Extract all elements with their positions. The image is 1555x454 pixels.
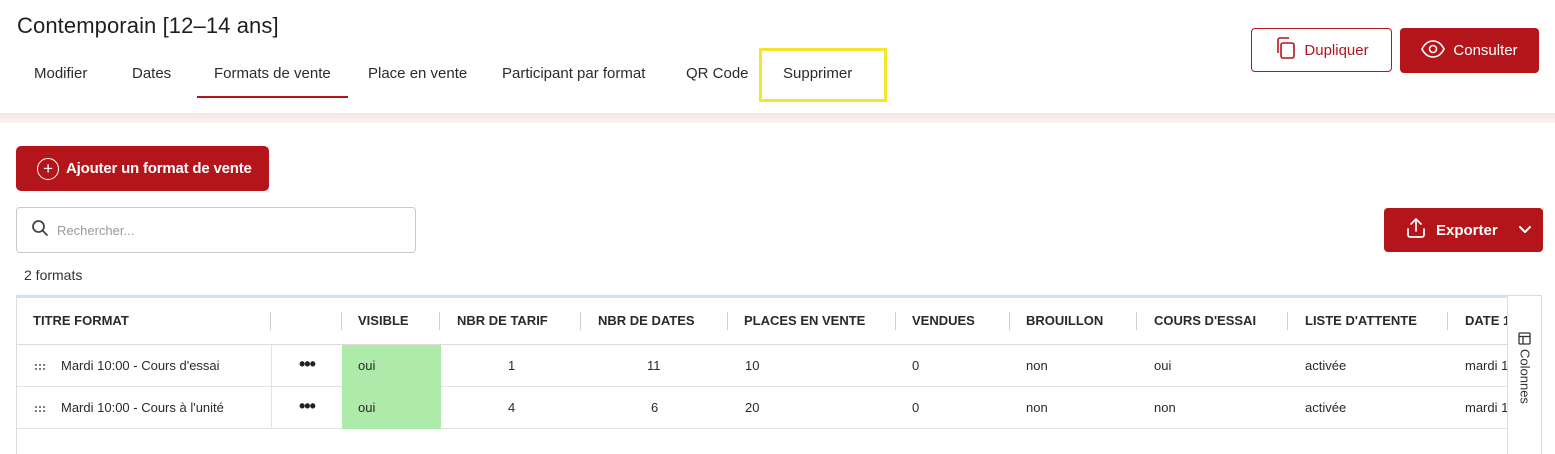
column-separator	[1287, 312, 1288, 330]
row-actions-button[interactable]: •••	[299, 345, 316, 387]
search-box	[16, 207, 416, 253]
drag-handle-icon[interactable]	[35, 406, 45, 412]
columns-label: Colonnes	[1517, 349, 1533, 404]
columns-toggle[interactable]: Colonnes	[1517, 332, 1533, 412]
column-header-liste-d-attente[interactable]: LISTE D'ATTENTE	[1305, 296, 1417, 345]
search-input[interactable]	[57, 222, 397, 238]
top-header: Contemporain [12–14 ans] Modifier Dates …	[0, 0, 1555, 114]
tab-modifier[interactable]: Modifier	[17, 58, 104, 98]
cell-cours-essai: oui	[1154, 358, 1172, 373]
tab-qr-code[interactable]: QR Code	[669, 58, 766, 98]
column-header-brouillon[interactable]: BROUILLON	[1026, 296, 1103, 345]
cell-brouillon: non	[1026, 400, 1048, 415]
table-row[interactable]: Mardi 10:00 - Cours à l'unité ••• oui 4 …	[17, 387, 1517, 429]
column-header-titre-format[interactable]: TITRE FORMAT	[33, 296, 129, 345]
cell-cours-essai: non	[1154, 400, 1176, 415]
column-header-nbr-de-tarif[interactable]: NBR DE TARIF	[457, 296, 548, 345]
column-separator	[580, 312, 581, 330]
consult-label: Consulter	[1453, 42, 1518, 59]
columns-side-panel: Colonnes	[1507, 296, 1541, 454]
export-label: Exporter	[1436, 221, 1498, 239]
add-format-button[interactable]: + Ajouter un format de vente	[16, 146, 269, 191]
column-header-places-en-vente[interactable]: PLACES EN VENTE	[744, 296, 865, 345]
column-header-vendues[interactable]: VENDUES	[912, 296, 975, 345]
cell-vendues: 0	[912, 400, 920, 415]
cell-visible-bg	[342, 387, 441, 429]
drag-handle-icon[interactable]	[35, 364, 45, 370]
column-separator	[270, 312, 271, 330]
add-format-label: Ajouter un format de vente	[66, 160, 252, 177]
cell-nbr-dates: 6	[651, 400, 659, 415]
tab-participant-par-format[interactable]: Participant par format	[485, 58, 662, 98]
cell-liste-attente: activée	[1305, 400, 1347, 415]
formats-table: TITRE FORMAT VISIBLE NBR DE TARIF NBR DE…	[16, 295, 1542, 454]
search-icon	[31, 219, 49, 242]
consult-button[interactable]: Consulter	[1400, 28, 1539, 73]
page-title: Contemporain [12–14 ans]	[17, 13, 279, 38]
copy-icon	[1274, 36, 1296, 64]
results-count: 2 formats	[24, 267, 83, 283]
cell-visible: oui	[358, 358, 376, 373]
tab-formats-de-vente[interactable]: Formats de vente	[197, 58, 348, 98]
column-header-cours-d-essai[interactable]: COURS D'ESSAI	[1154, 296, 1256, 345]
export-button[interactable]: Exporter	[1384, 208, 1543, 252]
cell-liste-attente: activée	[1305, 358, 1347, 373]
column-separator	[1136, 312, 1137, 330]
chevron-down-icon	[1518, 222, 1532, 239]
columns-icon	[1518, 332, 1533, 345]
column-separator	[341, 312, 342, 330]
column-separator	[895, 312, 896, 330]
column-header-visible[interactable]: VISIBLE	[358, 296, 409, 345]
column-header-nbr-de-dates[interactable]: NBR DE DATES	[598, 296, 695, 345]
tab-dates[interactable]: Dates	[115, 58, 188, 98]
duplicate-button[interactable]: Dupliquer	[1251, 28, 1392, 72]
cell-places-en-vente: 10	[745, 358, 760, 373]
cell-nbr-tarif: 4	[508, 400, 516, 415]
tab-supprimer[interactable]: Supprimer	[766, 58, 869, 98]
row-actions-button[interactable]: •••	[299, 387, 316, 429]
cell-nbr-dates: 11	[647, 358, 661, 373]
cell-visible: oui	[358, 400, 376, 415]
upload-icon	[1406, 217, 1426, 243]
cell-visible-bg	[342, 345, 441, 387]
eye-icon	[1421, 39, 1446, 62]
plus-circle-icon: +	[37, 157, 59, 180]
table-row[interactable]: Mardi 10:00 - Cours d'essai ••• oui 1 11…	[17, 345, 1517, 387]
cell-date: mardi 1	[1465, 400, 1509, 415]
cell-title: Mardi 10:00 - Cours d'essai	[61, 358, 220, 373]
cell-date: mardi 1	[1465, 358, 1509, 373]
tab-place-en-vente[interactable]: Place en vente	[351, 58, 484, 98]
cell-brouillon: non	[1026, 358, 1048, 373]
column-separator	[1447, 312, 1448, 330]
table-header-row: TITRE FORMAT VISIBLE NBR DE TARIF NBR DE…	[17, 296, 1518, 345]
column-separator	[1009, 312, 1010, 330]
cell-nbr-tarif: 1	[508, 358, 516, 373]
duplicate-label: Dupliquer	[1304, 41, 1369, 59]
cell-title: Mardi 10:00 - Cours à l'unité	[61, 400, 224, 415]
cell-vendues: 0	[912, 358, 920, 373]
column-separator	[439, 312, 440, 330]
cell-places-en-vente: 20	[745, 400, 760, 415]
column-separator	[727, 312, 728, 330]
header-divider	[0, 113, 1555, 123]
